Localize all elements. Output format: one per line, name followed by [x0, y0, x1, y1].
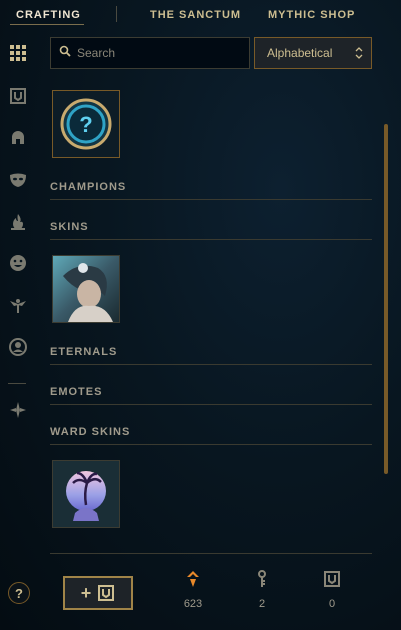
- skin-portrait: [53, 256, 119, 322]
- sort-dropdown[interactable]: Alphabetical: [254, 37, 372, 69]
- ward-icon[interactable]: [6, 293, 30, 317]
- section-header-skins: SKINS: [50, 221, 372, 240]
- section-header-champions: CHAMPIONS: [50, 181, 372, 200]
- key-icon: [247, 570, 277, 587]
- essence-icon: [178, 570, 208, 587]
- sort-selected-value: Alphabetical: [267, 46, 333, 60]
- skin-item-tile[interactable]: [52, 255, 120, 323]
- key-counter: 2: [247, 570, 277, 610]
- section-header-ward-skins: WARD SKINS: [50, 426, 372, 445]
- chest-icon: [97, 584, 115, 602]
- svg-text:?: ?: [79, 112, 92, 137]
- chest-counter: 0: [317, 570, 347, 610]
- tab-crafting[interactable]: CRAFTING: [16, 9, 81, 21]
- scrollbar-thumb[interactable]: [384, 124, 388, 474]
- tab-the-sanctum[interactable]: THE SANCTUM: [150, 9, 241, 21]
- chest-icon: [317, 570, 347, 587]
- ward-skin-item-tile[interactable]: [52, 460, 120, 528]
- chest-count: 0: [328, 598, 336, 610]
- search-box[interactable]: [50, 37, 250, 69]
- bottom-divider: [50, 553, 372, 554]
- active-tab-indicator: [10, 24, 84, 25]
- essence-count: 623: [183, 598, 203, 610]
- help-button[interactable]: ?: [8, 582, 30, 604]
- mystery-icon: ?: [53, 91, 119, 157]
- blue-essence-counter: 623: [178, 570, 208, 610]
- emote-icon[interactable]: [6, 251, 30, 275]
- mystery-item-tile[interactable]: ?: [52, 90, 120, 158]
- sidebar-divider: [8, 383, 26, 384]
- add-label: +: [80, 582, 92, 603]
- chevron-updown-icon: [355, 46, 363, 63]
- search-icon: [59, 44, 71, 62]
- top-nav: CRAFTING THE SANCTUM MYTHIC SHOP: [0, 0, 401, 30]
- section-header-eternals: ETERNALS: [50, 346, 372, 365]
- nav-divider: [116, 6, 117, 22]
- helmet-icon[interactable]: [6, 126, 30, 150]
- mask-icon[interactable]: [6, 168, 30, 192]
- tab-mythic-shop[interactable]: MYTHIC SHOP: [268, 9, 355, 21]
- grid-icon[interactable]: [6, 41, 30, 65]
- flame-icon[interactable]: [6, 210, 30, 234]
- sanctum-icon[interactable]: [6, 398, 30, 422]
- chest-icon[interactable]: [6, 84, 30, 108]
- section-header-emotes: EMOTES: [50, 386, 372, 405]
- key-count: 2: [258, 598, 266, 610]
- profile-icon[interactable]: [6, 335, 30, 359]
- ward-skin-preview: [53, 461, 119, 527]
- search-input[interactable]: [77, 46, 227, 60]
- add-to-loot-button[interactable]: +: [63, 576, 133, 610]
